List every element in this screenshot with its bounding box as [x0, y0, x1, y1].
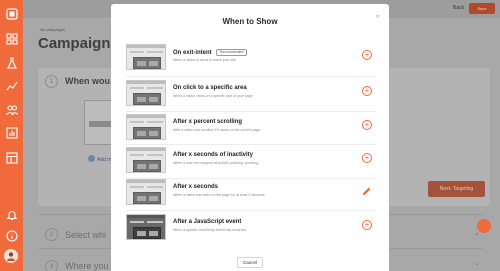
option-inactivity[interactable]: After x seconds of inactivity When a use…: [126, 147, 376, 175]
users-icon[interactable]: [5, 103, 18, 116]
divider: [126, 76, 376, 77]
option-description: When a visitor is about to leave your si…: [173, 58, 237, 62]
bell-icon[interactable]: [5, 208, 18, 221]
modal-title: When to Show: [222, 17, 278, 26]
thumbnail: [126, 80, 166, 106]
option-title-text: On exit-intent: [173, 50, 212, 57]
option-description: When a visitor clicks on a specific part…: [173, 94, 253, 98]
step-label[interactable]: Select whi: [65, 230, 106, 240]
thumbnail: [126, 114, 166, 140]
chevron-down-icon[interactable]: ⌄: [474, 259, 480, 267]
grid-icon[interactable]: [5, 32, 18, 45]
thumbnail: [126, 179, 166, 205]
breadcrumb[interactable]: All campaigns: [40, 27, 65, 32]
add-icon: [88, 155, 95, 162]
add-icon[interactable]: +: [362, 86, 372, 96]
thumbnail: [126, 214, 166, 240]
step-label: When wou: [65, 76, 110, 86]
step-label[interactable]: Where you: [65, 261, 109, 271]
option-description: When a user has stopped all activity (cl…: [173, 161, 259, 165]
divider: [126, 144, 376, 145]
step-number: 2: [45, 228, 58, 241]
option-title: After x seconds: [173, 184, 219, 190]
option-javascript-event[interactable]: After a JavaScript event When a specific…: [126, 214, 376, 242]
back-link[interactable]: Back: [453, 5, 464, 11]
add-icon[interactable]: +: [362, 50, 372, 60]
chat-icon[interactable]: [477, 219, 491, 233]
cancel-button[interactable]: Cancel: [237, 257, 263, 268]
recommended-badge: Recommended: [215, 49, 248, 56]
avatar[interactable]: [4, 249, 18, 263]
when-to-show-modal: When to Show × On exit-intent Recommended…: [111, 4, 389, 271]
layout-icon[interactable]: [5, 151, 18, 164]
option-description: When a specific JavaScript event has occ…: [173, 228, 246, 232]
option-percent-scroll[interactable]: After x percent scrolling After a visito…: [126, 114, 376, 142]
thumbnail: [126, 44, 166, 70]
pencil-icon[interactable]: [361, 184, 372, 196]
sidebar: [0, 0, 23, 271]
option-exit-intent[interactable]: On exit-intent Recommended When a visitor…: [126, 44, 376, 72]
divider: [126, 210, 376, 211]
add-icon[interactable]: +: [362, 120, 372, 130]
logo-icon[interactable]: [5, 7, 18, 20]
option-title: On click to a specific area: [173, 85, 247, 91]
option-click-area[interactable]: On click to a specific area When a visit…: [126, 80, 376, 108]
option-title: After x percent scrolling: [173, 119, 243, 125]
bar-chart-icon[interactable]: [5, 126, 18, 139]
add-icon[interactable]: +: [362, 153, 372, 163]
thumbnail: [126, 147, 166, 173]
info-icon[interactable]: [5, 229, 18, 242]
flask-icon[interactable]: [5, 56, 18, 69]
next-targeting-button[interactable]: Next: Targeting: [428, 181, 485, 197]
add-icon[interactable]: +: [362, 220, 372, 230]
option-description: When a visitor has been on the page for …: [173, 193, 266, 197]
option-description: After a visitor has scrolled X% down on …: [173, 128, 262, 132]
close-icon[interactable]: ×: [375, 12, 380, 21]
save-button[interactable]: Save: [469, 3, 495, 14]
option-title: On exit-intent Recommended: [173, 49, 248, 57]
step-number: 3: [45, 260, 58, 271]
divider: [126, 111, 376, 112]
option-title: After x seconds of inactivity: [173, 152, 254, 158]
chart-icon[interactable]: [5, 79, 18, 92]
option-title: After a JavaScript event: [173, 219, 242, 225]
step-number: 1: [45, 75, 58, 88]
option-after-seconds[interactable]: After x seconds When a visitor has been …: [126, 179, 376, 207]
